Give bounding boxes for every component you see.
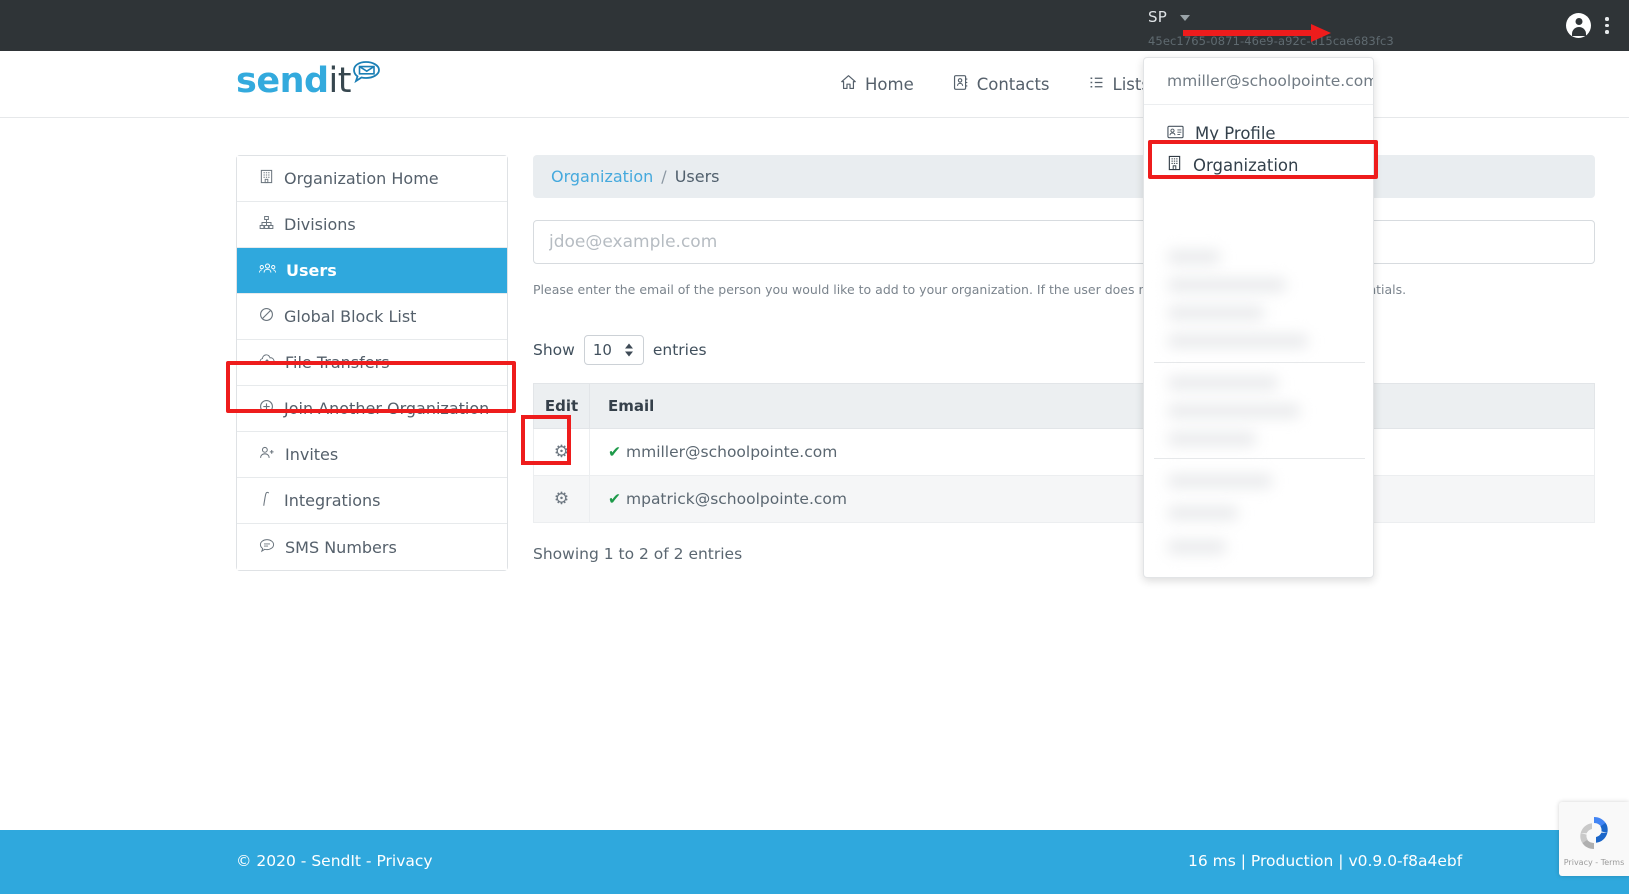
user-plus-icon bbox=[259, 445, 275, 464]
sidebar-item-label: Invites bbox=[285, 445, 339, 464]
comment-icon bbox=[259, 538, 275, 557]
main-panel: Organization / Users Please enter the em… bbox=[533, 155, 1595, 563]
table-row: ⚙ ✔ mmiller@schoolpointe.com bbox=[533, 428, 1595, 477]
org-sidebar: Organization Home Divisions Users Global… bbox=[236, 155, 508, 571]
add-user-email-input[interactable] bbox=[533, 220, 1595, 264]
sidebar-item-label: Divisions bbox=[284, 215, 356, 234]
nav-item-lists[interactable]: Lists bbox=[1088, 74, 1150, 95]
breadcrumb: Organization / Users bbox=[533, 155, 1595, 198]
recaptcha-terms-text[interactable]: Privacy - Terms bbox=[1564, 858, 1625, 867]
cloud-upload-icon bbox=[259, 353, 275, 372]
building-icon bbox=[1167, 155, 1182, 175]
mail-bubble-icon bbox=[352, 60, 382, 90]
recaptcha-icon bbox=[1572, 811, 1616, 855]
user-circle-icon[interactable] bbox=[1566, 13, 1591, 38]
sidebar-item-invites[interactable]: Invites bbox=[237, 432, 507, 478]
sidebar-item-organization-home[interactable]: Organization Home bbox=[237, 156, 507, 202]
breadcrumb-separator: / bbox=[661, 167, 667, 186]
sidebar-item-label: SMS Numbers bbox=[285, 537, 397, 557]
home-icon bbox=[840, 74, 857, 95]
page-footer: © 2020 - SendIt - Privacy 16 ms | Produc… bbox=[0, 830, 1629, 894]
breadcrumb-link-organization[interactable]: Organization bbox=[551, 167, 653, 186]
sidebar-item-users[interactable]: Users bbox=[237, 248, 507, 294]
sidebar-item-global-block-list[interactable]: Global Block List bbox=[237, 294, 507, 340]
brand-logo[interactable]: send it bbox=[236, 61, 382, 101]
dropdown-account-email: mmiller@schoolpointe.com bbox=[1144, 58, 1373, 105]
recaptcha-badge[interactable]: Privacy - Terms bbox=[1559, 802, 1629, 876]
showing-entries-text: Showing 1 to 2 of 2 entries bbox=[533, 545, 743, 564]
sidebar-item-divisions[interactable]: Divisions bbox=[237, 202, 507, 248]
users-icon bbox=[259, 261, 276, 281]
column-header-email[interactable]: Email bbox=[589, 383, 1595, 430]
breadcrumb-current: Users bbox=[674, 167, 720, 186]
entries-label: entries bbox=[652, 341, 707, 360]
plus-circle-icon bbox=[259, 399, 274, 418]
show-label: Show bbox=[533, 341, 575, 360]
edit-cell[interactable]: ⚙ bbox=[533, 428, 590, 477]
vertical-dots-icon[interactable] bbox=[1599, 13, 1615, 38]
top-bar-actions bbox=[1566, 0, 1615, 51]
sidebar-item-join-another-organization[interactable]: Join Another Organization bbox=[237, 386, 507, 432]
email-text: mpatrick@schoolpointe.com bbox=[626, 490, 847, 509]
nav-label: Contacts bbox=[976, 75, 1050, 94]
email-text: mmiller@schoolpointe.com bbox=[626, 443, 838, 462]
app-window: SP 45ec1765-0871-46e9-a92c-d15cae683fc3 … bbox=[0, 0, 1629, 894]
dropdown-item-my-profile[interactable]: My Profile bbox=[1144, 117, 1373, 149]
main-nav-bar: send it Home Contacts Lists bbox=[0, 51, 1629, 118]
column-header-edit[interactable]: Edit bbox=[533, 383, 590, 430]
edit-cell[interactable]: ⚙ bbox=[533, 475, 590, 524]
chevron-down-icon[interactable] bbox=[1180, 15, 1190, 21]
table-header-row: Edit Email bbox=[533, 383, 1595, 430]
account-dropdown-menu: mmiller@schoolpointe.com My Profile Orga… bbox=[1143, 57, 1374, 578]
table-row: ⚙ ✔ mpatrick@schoolpointe.com bbox=[533, 475, 1595, 524]
sitemap-icon bbox=[259, 215, 274, 234]
nav-item-home[interactable]: Home bbox=[840, 74, 914, 95]
sidebar-item-label: Users bbox=[286, 261, 337, 280]
address-book-icon bbox=[952, 74, 969, 95]
dropdown-item-label: Organization bbox=[1193, 155, 1299, 175]
integral-icon bbox=[259, 491, 274, 511]
page-content: Organization Home Divisions Users Global… bbox=[0, 118, 1629, 853]
gear-icon[interactable]: ⚙ bbox=[554, 489, 569, 509]
dropdown-item-organization[interactable]: Organization bbox=[1144, 149, 1373, 181]
org-switcher-label[interactable]: SP bbox=[1148, 8, 1167, 26]
building-icon bbox=[259, 169, 274, 188]
email-cell: ✔ mpatrick@schoolpointe.com bbox=[589, 475, 1595, 524]
sidebar-item-sms-numbers[interactable]: SMS Numbers bbox=[237, 524, 507, 570]
sidebar-item-label: Integrations bbox=[284, 491, 381, 510]
page-size-select[interactable]: 10 bbox=[583, 335, 644, 366]
check-icon: ✔ bbox=[608, 490, 621, 509]
sidebar-item-label: File Transfers bbox=[285, 353, 390, 372]
sidebar-item-integrations[interactable]: Integrations bbox=[237, 478, 507, 524]
ban-icon bbox=[259, 307, 274, 326]
sidebar-item-file-transfers[interactable]: File Transfers bbox=[237, 340, 507, 386]
redacted-menu-region bbox=[1144, 244, 1373, 577]
email-cell: ✔ mmiller@schoolpointe.com bbox=[589, 428, 1595, 477]
sidebar-item-label: Global Block List bbox=[284, 307, 417, 326]
sidebar-item-label: Join Another Organization bbox=[284, 399, 490, 418]
brand-name-bold: send bbox=[236, 61, 329, 101]
sidebar-item-label: Organization Home bbox=[284, 169, 439, 188]
show-entries-control: Show 10 entries bbox=[533, 335, 1595, 366]
page-size-select-wrap[interactable]: 10 bbox=[583, 335, 644, 366]
check-icon: ✔ bbox=[608, 443, 621, 462]
footer-copyright[interactable]: © 2020 - SendIt - Privacy bbox=[236, 852, 433, 870]
list-icon bbox=[1088, 74, 1105, 95]
add-user-help-text: Please enter the email of the person you… bbox=[533, 282, 1407, 297]
nav-label: Home bbox=[865, 75, 914, 94]
annotation-arrow bbox=[1183, 24, 1333, 42]
nav-item-contacts[interactable]: Contacts bbox=[952, 74, 1050, 95]
users-table: Edit Email ⚙ ✔ mmiller@schoolpointe.com bbox=[533, 383, 1595, 524]
gear-icon[interactable]: ⚙ bbox=[554, 442, 569, 462]
brand-name-light: it bbox=[328, 61, 352, 101]
footer-build-info: 16 ms | Production | v0.9.0-f8a4ebf bbox=[1188, 852, 1463, 870]
top-bar: SP 45ec1765-0871-46e9-a92c-d15cae683fc3 bbox=[0, 0, 1629, 51]
id-card-icon bbox=[1167, 124, 1184, 143]
dropdown-item-label: My Profile bbox=[1195, 123, 1276, 143]
